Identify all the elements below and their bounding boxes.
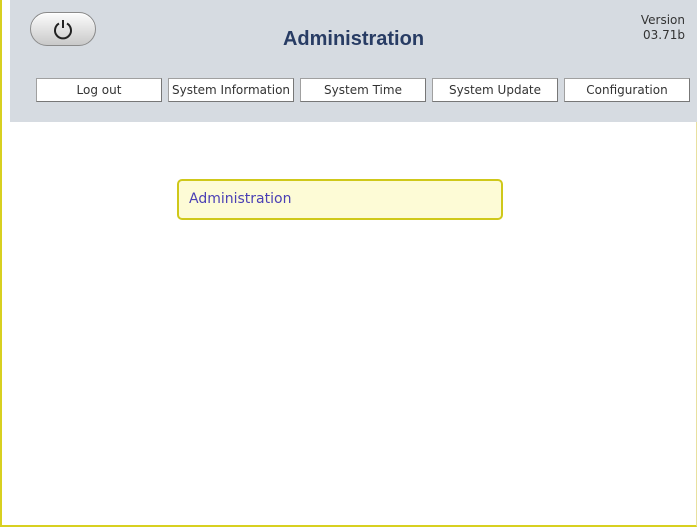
- header-bar: Administration Version 03.71b Log out Sy…: [10, 0, 697, 122]
- system-information-button[interactable]: System Information: [168, 78, 294, 102]
- configuration-button[interactable]: Configuration: [564, 78, 690, 102]
- panel-title: Administration: [189, 191, 292, 207]
- administration-panel[interactable]: Administration: [177, 179, 503, 220]
- system-time-button[interactable]: System Time: [300, 78, 426, 102]
- version-label: Version: [640, 13, 685, 27]
- logout-button[interactable]: Log out: [36, 78, 162, 102]
- version-info: Version 03.71b: [615, 13, 685, 43]
- version-number: 03.71b: [643, 28, 685, 42]
- system-update-button[interactable]: System Update: [432, 78, 558, 102]
- page-title: Administration: [282, 28, 425, 50]
